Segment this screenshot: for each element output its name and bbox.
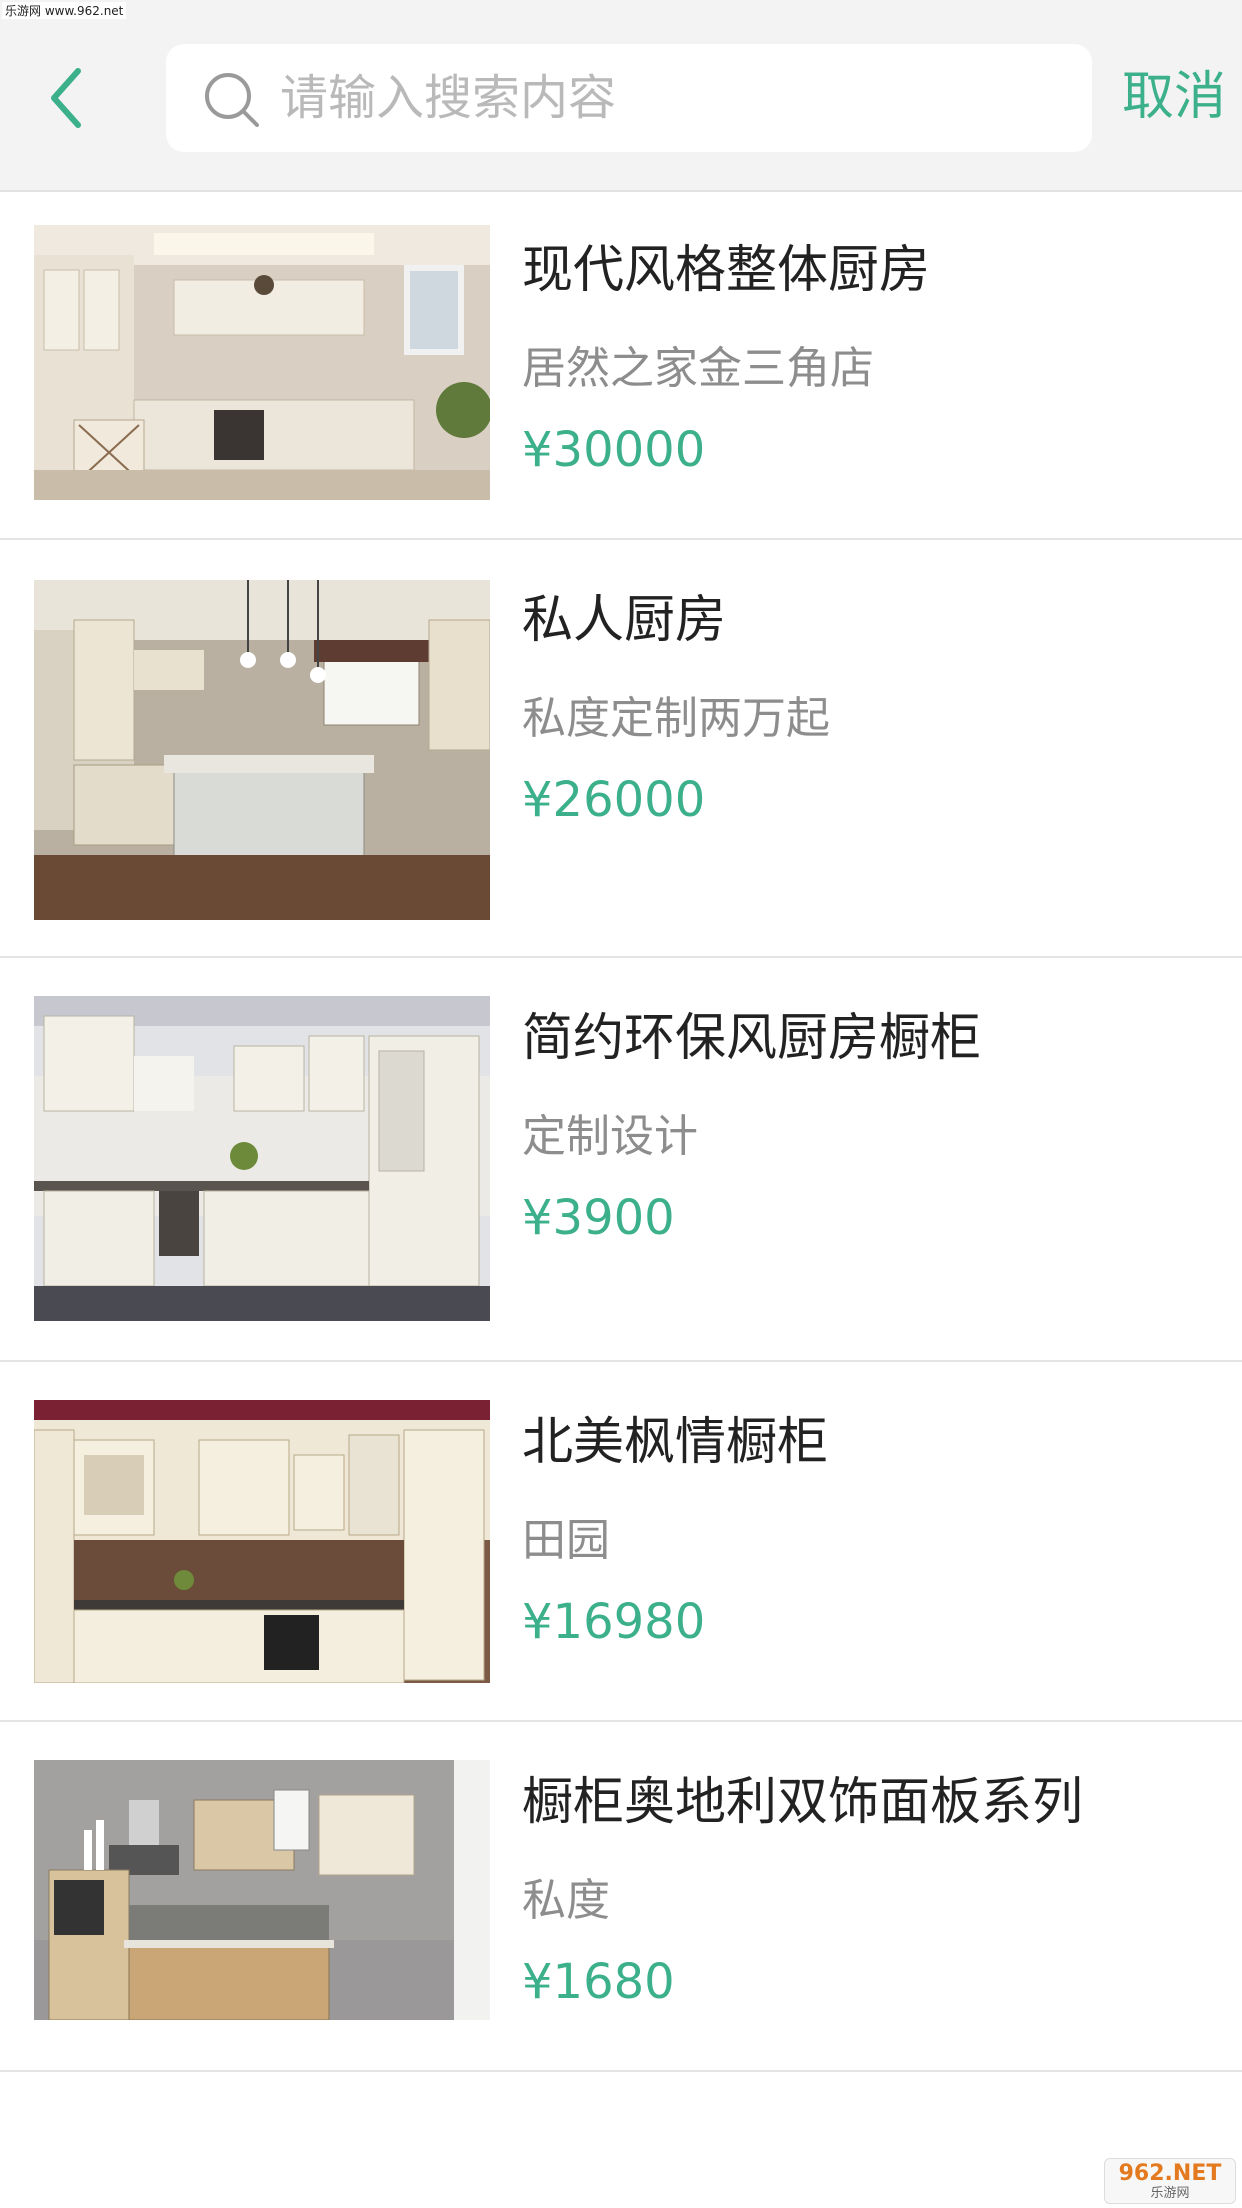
list-item[interactable]: 橱柜奥地利双饰面板系列 私度 ¥1680 [0, 1722, 1242, 2072]
item-price: ¥3900 [522, 1190, 675, 1246]
product-list: 现代风格整体厨房 居然之家金三角店 ¥30000 私人厨房 私度定制两万起 ¥2… [0, 190, 1242, 2072]
back-button[interactable] [36, 60, 96, 135]
item-price: ¥26000 [522, 772, 706, 828]
chevron-left-icon [51, 67, 81, 128]
item-subtitle: 田园 [522, 1515, 610, 1566]
product-image [34, 996, 490, 1321]
watermark-logo-sub: 乐游网 [1150, 2185, 1190, 2201]
watermark-logo-text: 962.NET [1118, 2160, 1222, 2186]
watermark-text: 乐游网 www.962.net [2, 2, 127, 19]
list-item[interactable]: 私人厨房 私度定制两万起 ¥26000 [0, 540, 1242, 958]
product-image [34, 1400, 490, 1683]
item-title: 北美枫情橱柜 [522, 1413, 829, 1472]
item-price: ¥1680 [522, 1954, 675, 2010]
item-title: 现代风格整体厨房 [522, 241, 931, 300]
item-title: 橱柜奥地利双饰面板系列 [522, 1773, 1084, 1832]
item-price: ¥16980 [522, 1594, 706, 1650]
item-subtitle: 私度定制两万起 [522, 693, 830, 744]
item-subtitle: 居然之家金三角店 [522, 343, 874, 394]
search-bar[interactable] [166, 44, 1092, 152]
item-subtitle: 私度 [522, 1875, 610, 1926]
item-title: 简约环保风厨房橱柜 [522, 1009, 982, 1068]
list-item[interactable]: 简约环保风厨房橱柜 定制设计 ¥3900 [0, 958, 1242, 1362]
product-image [34, 1760, 490, 2020]
cancel-button[interactable]: 取消 [1122, 60, 1226, 135]
list-item[interactable]: 北美枫情橱柜 田园 ¥16980 [0, 1362, 1242, 1722]
watermark-logo: 962.NET 乐游网 [1104, 2158, 1236, 2204]
top-bar: 乐游网 www.962.net 取消 [0, 0, 1242, 192]
search-input[interactable] [280, 44, 1060, 152]
item-subtitle: 定制设计 [522, 1111, 698, 1162]
item-title: 私人厨房 [522, 591, 727, 650]
item-price: ¥30000 [522, 422, 706, 478]
list-item[interactable]: 现代风格整体厨房 居然之家金三角店 ¥30000 [0, 190, 1242, 540]
product-image [34, 580, 490, 920]
search-icon [205, 73, 259, 127]
product-image [34, 225, 490, 500]
